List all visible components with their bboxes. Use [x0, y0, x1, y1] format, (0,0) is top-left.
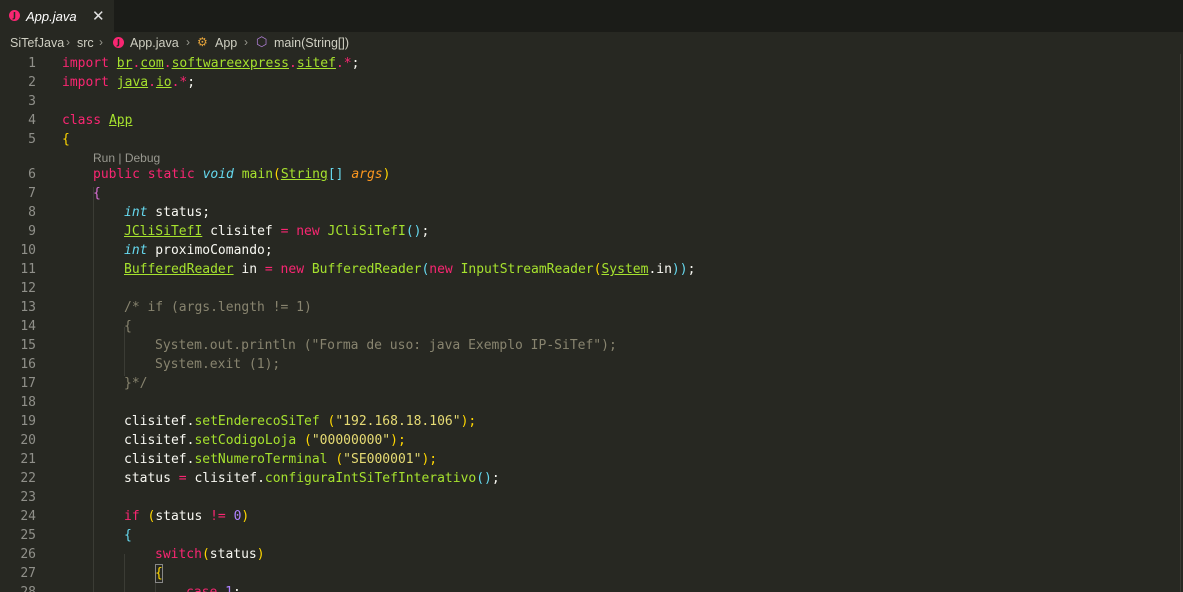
chevron-right-icon: ›	[99, 35, 103, 49]
code-line-3: 3	[28, 94, 36, 109]
code-line-25: 25 {	[20, 528, 132, 543]
code-line-23: 23	[20, 490, 36, 505]
code-line-11: 11 BufferedReader in = new BufferedReade…	[20, 262, 696, 277]
breadcrumb-item-src[interactable]: src	[77, 36, 94, 50]
code-line-26: 26 switch(status)	[20, 547, 265, 562]
code-line-20: 20 clisitef.setCodigoLoja ("00000000");	[20, 433, 406, 448]
tab-label: App.java	[26, 9, 77, 24]
close-icon[interactable]: ✕	[92, 7, 105, 25]
breadcrumb: SiTefJava › src › J App.java › ⚙ App › ⬡…	[0, 32, 1183, 54]
code-line-18: 18	[20, 395, 36, 410]
code-line-28: 28 case 1:	[0, 583, 1183, 592]
breadcrumb-item-file[interactable]: App.java	[130, 36, 179, 50]
method-cube-icon: ⬡	[256, 34, 268, 49]
code-line-5: 5 {	[28, 132, 70, 147]
code-line-19: 19 clisitef.setEnderecoSiTef ("192.168.1…	[20, 414, 477, 429]
code-line-2: 2 import java.io.*;	[28, 75, 196, 90]
code-line-7: 7 {	[28, 186, 101, 201]
code-line-21: 21 clisitef.setNumeroTerminal ("SE000001…	[20, 452, 438, 467]
breadcrumb-item-class[interactable]: App	[215, 36, 237, 50]
code-editor[interactable]: 1 import br.com.softwareexpress.sitef.*;…	[0, 54, 1183, 592]
code-line-13: 13 /* if (args.length != 1)	[20, 300, 312, 315]
java-file-icon: J	[113, 37, 124, 48]
chevron-right-icon: ›	[186, 35, 190, 49]
breadcrumb-item-method[interactable]: main(String[])	[274, 36, 349, 50]
code-line-6: 6 public static void main(String[] args)	[28, 167, 391, 182]
java-file-icon: J	[9, 10, 20, 21]
code-line-16: 16 System.exit (1);	[20, 357, 281, 372]
tab-app-java[interactable]: J App.java ✕	[0, 0, 114, 32]
code-line-17: 17 }*/	[20, 376, 148, 391]
codelens-run-link[interactable]: Run	[93, 151, 115, 165]
breadcrumb-item-project[interactable]: SiTefJava	[10, 36, 64, 50]
code-line-15: 15 System.out.println ("Forma de uso: ja…	[20, 338, 617, 353]
code-line-10: 10 int proximoComando;	[20, 243, 273, 258]
codelens: Run | Debug	[93, 151, 161, 165]
codelens-debug-link[interactable]: Debug	[125, 151, 160, 165]
code-line-22: 22 status = clisitef.configuraIntSiTefIn…	[20, 471, 500, 486]
code-line-24: 24 if (status != 0)	[20, 509, 250, 524]
chevron-right-icon: ›	[66, 35, 70, 49]
class-icon: ⚙	[197, 35, 208, 49]
code-line-12: 12	[20, 281, 36, 296]
code-line-4: 4 class App	[28, 113, 133, 128]
code-line-1: 1 import br.com.softwareexpress.sitef.*;	[28, 56, 360, 71]
code-line-14: 14 {	[20, 319, 132, 334]
code-line-9: 9 JCliSiTefI clisitef = new JCliSiTefI()…	[28, 224, 430, 239]
code-line-8: 8 int status;	[28, 205, 211, 220]
editor-tab-bar: J App.java ✕	[0, 0, 1183, 32]
vertical-scrollbar[interactable]	[1180, 54, 1181, 592]
code-line-27: 27 {	[20, 564, 163, 583]
chevron-right-icon: ›	[244, 35, 248, 49]
